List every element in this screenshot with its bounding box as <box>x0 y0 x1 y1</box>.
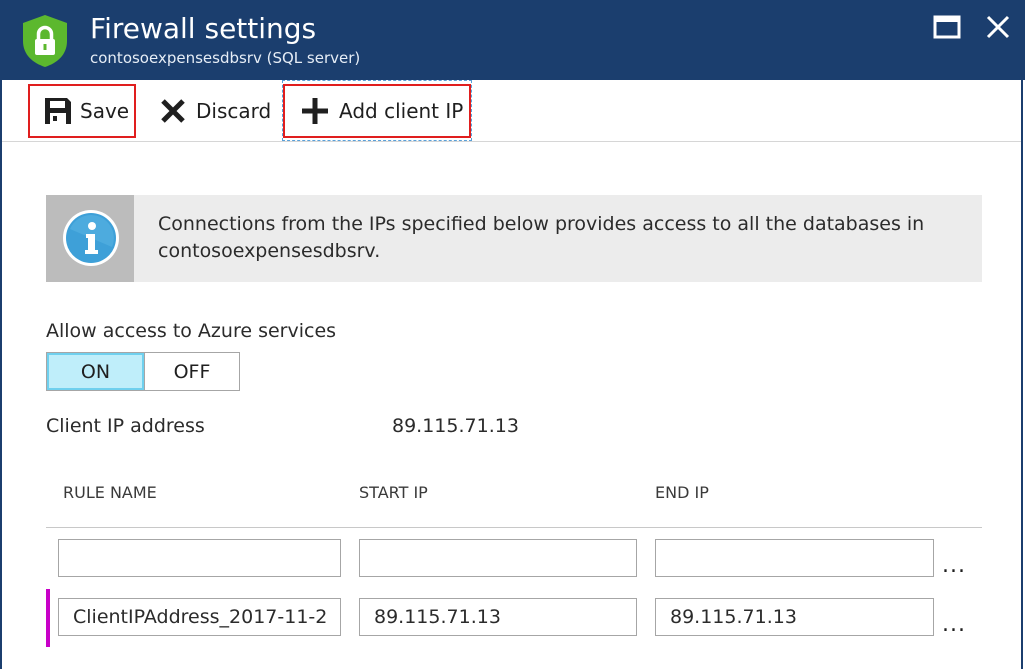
toggle-off-option[interactable]: OFF <box>144 353 239 390</box>
plus-icon <box>302 98 328 124</box>
add-client-ip-button[interactable]: Add client IP <box>283 84 471 138</box>
start-ip-input[interactable] <box>359 598 637 636</box>
add-client-ip-label: Add client IP <box>339 99 464 123</box>
save-label: Save <box>80 99 130 123</box>
blade-border-right <box>1021 80 1023 669</box>
toolbar-divider <box>2 141 1021 142</box>
row-selection-marker <box>46 589 50 647</box>
info-banner: Connections from the IPs specified below… <box>46 195 982 282</box>
column-header-start-ip: START IP <box>359 483 428 502</box>
page-title: Firewall settings <box>90 12 317 45</box>
discard-button[interactable]: Discard <box>150 84 276 138</box>
column-header-end-ip: END IP <box>655 483 709 502</box>
end-ip-input[interactable] <box>655 598 934 636</box>
save-icon <box>45 98 71 124</box>
end-ip-input[interactable] <box>655 539 934 577</box>
save-button[interactable]: Save <box>28 84 136 138</box>
rule-name-input[interactable] <box>58 598 341 636</box>
row-more-button[interactable]: ... <box>942 614 974 636</box>
column-header-rule-name: RULE NAME <box>63 483 157 502</box>
blade-border-left <box>0 80 2 669</box>
client-ip-label: Client IP address <box>46 415 205 437</box>
maximize-icon[interactable] <box>933 15 961 39</box>
azure-access-toggle[interactable]: ON OFF <box>46 352 240 391</box>
table-header-divider <box>46 527 982 528</box>
row-more-button[interactable]: ... <box>942 555 974 577</box>
info-text: Connections from the IPs specified below… <box>158 213 925 262</box>
close-icon[interactable] <box>985 14 1011 40</box>
discard-label: Discard <box>196 99 272 123</box>
info-icon <box>63 210 119 266</box>
page-subtitle: contosoexpensesdbsrv (SQL server) <box>90 49 361 67</box>
toggle-on-option[interactable]: ON <box>47 353 144 390</box>
azure-access-label: Allow access to Azure services <box>46 320 337 342</box>
rule-name-input[interactable] <box>58 539 341 577</box>
lock-shield-icon <box>23 15 67 67</box>
info-icon-cell <box>46 195 134 282</box>
discard-x-icon <box>161 99 185 123</box>
client-ip-value: 89.115.71.13 <box>392 415 519 437</box>
start-ip-input[interactable] <box>359 539 637 577</box>
blade-header: Firewall settings contosoexpensesdbsrv (… <box>0 0 1025 80</box>
